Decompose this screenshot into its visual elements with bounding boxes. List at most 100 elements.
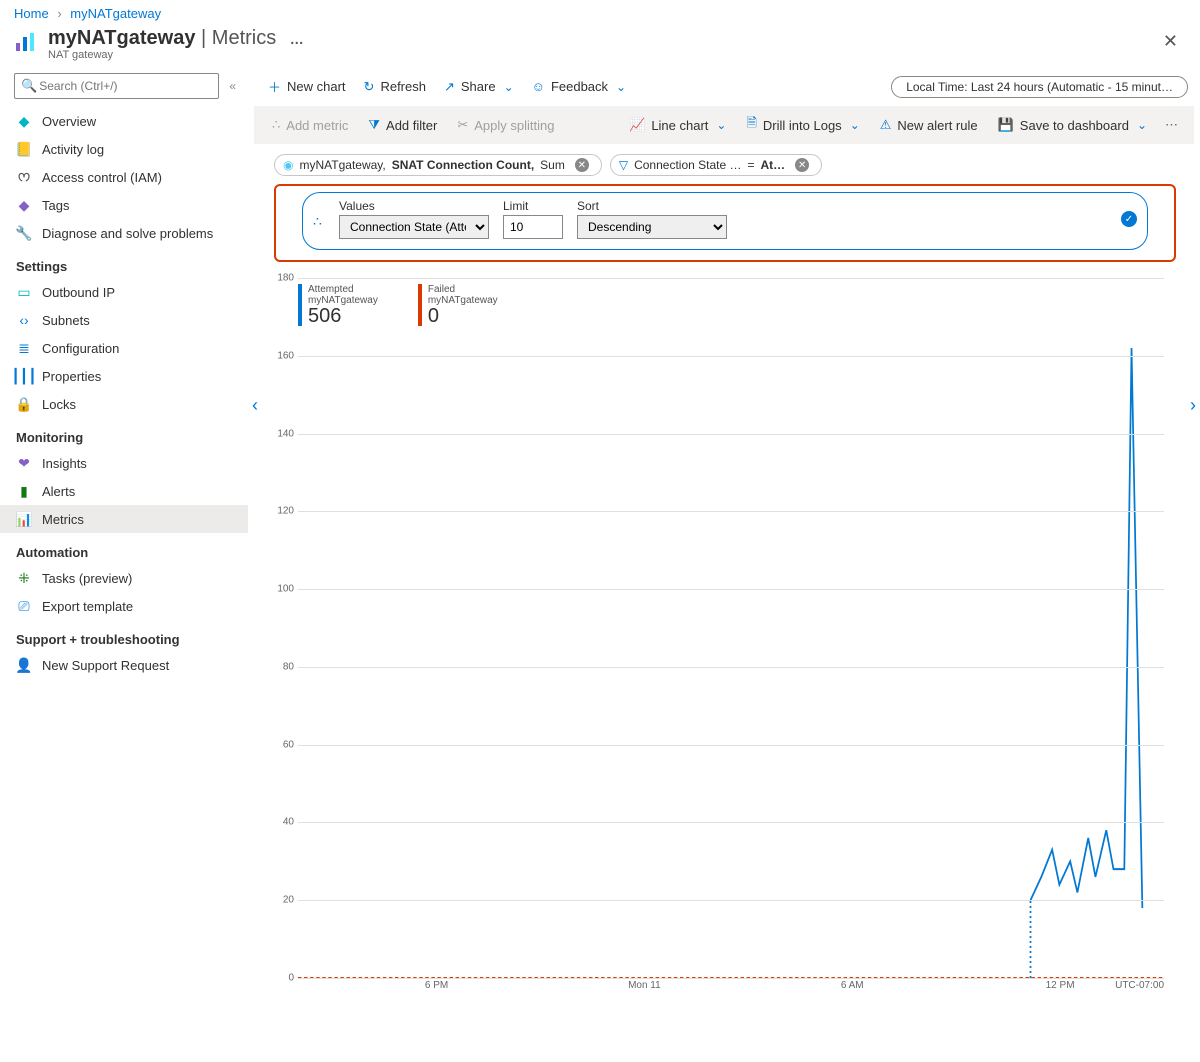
gridline [298,278,1164,279]
values-dropdown[interactable]: Connection State (Atte… [339,215,489,239]
sidebar-item-properties[interactable]: ┃┃┃ Properties [0,362,248,390]
refresh-button[interactable]: ↻Refresh [356,75,434,99]
resource-type-label: NAT gateway [48,49,304,61]
sidebar-item-activity-log[interactable]: 📒 Activity log [0,135,248,163]
nav-label: Tags [42,198,69,213]
new-chart-button[interactable]: ＋New chart [260,73,354,100]
nav-icon: 📊 [16,511,32,527]
new-alert-button[interactable]: ⚠New alert rule [872,113,986,137]
nav-label: Activity log [42,142,104,157]
sidebar-item-subnets[interactable]: ‹›Subnets [0,306,248,334]
nav-label: Overview [42,114,96,129]
add-filter-button[interactable]: ⧩Add filter [360,113,445,137]
nav-icon: 🔧 [16,225,32,241]
limit-input[interactable] [503,215,563,239]
nav-icon: ◆ [16,113,32,129]
sort-dropdown[interactable]: Descending [577,215,727,239]
sidebar-item-export-template[interactable]: ⎚Export template [0,592,248,620]
sidebar-item-access-control-iam-[interactable]: ᰔAccess control (IAM) [0,163,248,191]
y-tick: 100 [277,584,294,595]
gridline [298,667,1164,668]
y-axis: 020406080100120140160180 [264,278,298,978]
nav-label: Insights [42,456,87,471]
nav-icon: ≣ [16,340,32,356]
resource-icon: ◉ [283,158,293,172]
y-tick: 180 [277,273,294,284]
close-icon[interactable]: ✕ [1155,27,1186,56]
x-tick: 12 PM [1046,980,1075,991]
remove-chip-icon[interactable]: ✕ [575,158,589,172]
nav-icon: 📒 [16,141,32,157]
alert-icon: ⚠ [880,117,892,133]
nav-icon: ◆ [16,197,32,213]
page-title: myNATgateway | Metrics … [48,27,304,50]
share-button[interactable]: ↗Share [436,75,522,99]
gridline [298,511,1164,512]
split-config-highlight: ∴ ✓ Values Connection State (Atte… Limit… [274,184,1176,262]
y-tick: 120 [277,506,294,517]
chart-type-dropdown[interactable]: 📈Line chart [621,113,734,137]
chart-prev-icon[interactable]: ‹ [246,389,264,422]
main-content: ＋New chart ↻Refresh ↗Share ☺Feedback Loc… [248,69,1200,1048]
nav-label: Properties [42,369,101,384]
drill-logs-button[interactable]: 🗎Drill into Logs [738,110,867,140]
nav-label: Metrics [42,512,84,527]
sidebar-item-tags[interactable]: ◆ Tags [0,191,248,219]
sidebar-item-configuration[interactable]: ≣Configuration [0,334,248,362]
add-metric-button[interactable]: ∴Add metric [264,113,356,137]
apply-splitting-button[interactable]: ✂Apply splitting [449,113,562,137]
sidebar-item-new-support-request[interactable]: 👤New Support Request [0,651,248,679]
more-actions-icon[interactable]: ⋯ [1159,115,1184,135]
y-tick: 160 [277,350,294,361]
remove-chip-icon[interactable]: ✕ [795,158,809,172]
nav-label: New Support Request [42,658,169,673]
sidebar-item-outbound-ip[interactable]: ▭Outbound IP [0,278,248,306]
sidebar-item-insights[interactable]: ❤Insights [0,449,248,477]
plot-area [298,278,1164,978]
sidebar-item-diagnose-and-solve-problems[interactable]: 🔧 Diagnose and solve problems [0,219,248,247]
search-input[interactable] [37,78,212,94]
nav-label: Locks [42,397,76,412]
nav-icon: ┃┃┃ [16,368,32,384]
feedback-button[interactable]: ☺Feedback [524,75,634,98]
sidebar-item-locks[interactable]: 🔒 Locks [0,390,248,418]
more-icon[interactable]: … [290,31,304,47]
y-tick: 80 [283,661,294,672]
breadcrumb: Home › myNATgateway [0,0,1200,25]
metrics-icon [14,31,38,55]
split-icon: ✂ [457,117,468,133]
plus-icon: ＋ [268,77,281,96]
filter-icon: ▽ [619,158,628,172]
sidebar-heading: Monitoring [0,418,248,449]
nav-label: Tasks (preview) [42,571,132,586]
page-header: myNATgateway | Metrics … NAT gateway ✕ [0,25,1200,69]
chart-next-icon[interactable]: › [1184,389,1200,422]
timezone-label: UTC-07:00 [1115,980,1164,991]
chart-svg [298,278,1164,978]
apply-check-icon[interactable]: ✓ [1121,211,1137,227]
nav-label: Diagnose and solve problems [42,226,213,241]
sidebar-heading: Support + troubleshooting [0,620,248,651]
save-icon: 💾 [998,117,1014,133]
collapse-sidebar-button[interactable]: « [225,77,240,95]
nav-icon: ▮ [16,483,32,499]
logs-icon: 🗎 [746,114,756,136]
breadcrumb-home[interactable]: Home [14,6,49,21]
sidebar-item-metrics[interactable]: 📊 Metrics [0,505,248,533]
y-tick: 0 [288,973,294,984]
scatter-icon: ∴ [272,117,280,133]
metric-chip[interactable]: ◉ myNATgateway, SNAT Connection Count, S… [274,154,602,176]
search-input-wrapper[interactable]: 🔍 [14,73,219,99]
nav-icon: 🔒 [16,396,32,412]
sort-label: Sort [577,199,727,213]
y-tick: 40 [283,817,294,828]
save-dashboard-button[interactable]: 💾Save to dashboard [990,113,1155,137]
sidebar-item-tasks-preview-[interactable]: ⁜Tasks (preview) [0,564,248,592]
sidebar-item-alerts[interactable]: ▮Alerts [0,477,248,505]
sidebar-item-overview[interactable]: ◆ Overview [0,107,248,135]
nav-icon: ᰔ [16,169,32,185]
breadcrumb-resource[interactable]: myNATgateway [70,6,161,21]
series-attempted [1030,348,1142,908]
filter-chip[interactable]: ▽ Connection State … = At… ✕ [610,154,822,176]
time-range-picker[interactable]: Local Time: Last 24 hours (Automatic - 1… [891,76,1188,98]
